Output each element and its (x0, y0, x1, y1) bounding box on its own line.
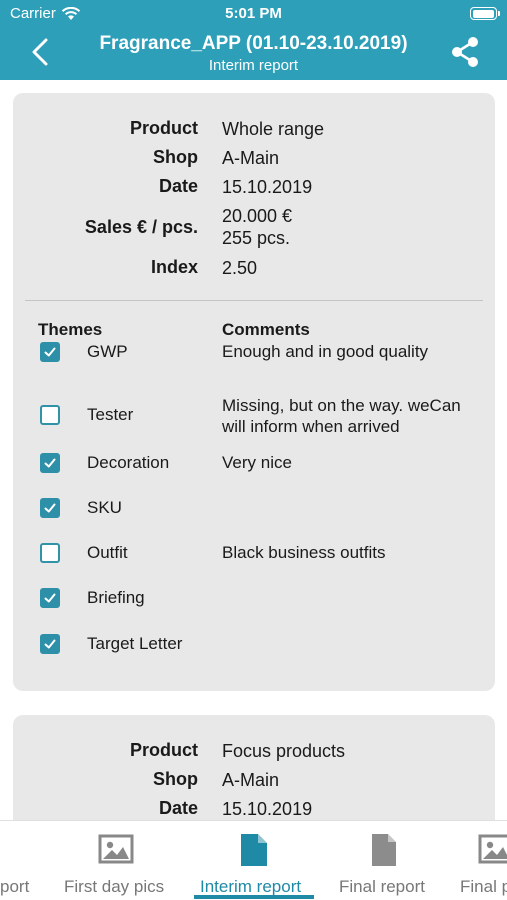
index-value: 2.50 (222, 258, 258, 278)
date-label: Date (158, 176, 198, 196)
product-value: Focus products (222, 741, 346, 761)
checkbox-unchecked[interactable] (40, 405, 60, 425)
document-icon (241, 834, 267, 866)
product-label: Product (129, 740, 198, 760)
theme-name: Decoration (87, 453, 170, 472)
tab-label: Interim report (200, 877, 302, 896)
tab-report-partial[interactable]: port (0, 821, 45, 900)
sales-pcs-value: 255 pcs. (222, 228, 291, 248)
theme-comment: Missing, but on the way. weCan will info… (222, 396, 461, 436)
checkmark-icon (44, 347, 56, 357)
shop-label: Shop (153, 769, 198, 789)
checkmark-icon (44, 458, 56, 468)
checkbox-checked[interactable] (40, 498, 60, 518)
theme-comment: Black business outfits (222, 543, 386, 562)
theme-name: SKU (87, 498, 122, 517)
checkbox-checked[interactable] (40, 634, 60, 654)
shop-value: A-Main (222, 770, 280, 790)
tab-final-report[interactable]: Final report (336, 821, 434, 900)
image-icon (478, 834, 507, 864)
theme-name: Outfit (87, 543, 128, 562)
page-subtitle: Interim report (208, 57, 299, 74)
checkmark-icon (44, 593, 56, 603)
chevron-left-icon[interactable] (28, 38, 52, 66)
date-value: 15.10.2019 (222, 799, 313, 819)
shop-value: A-Main (222, 148, 280, 168)
document-icon (372, 834, 396, 866)
checkbox-checked[interactable] (40, 453, 60, 473)
sales-label: Sales € / pcs. (84, 217, 198, 237)
date-label: Date (158, 798, 198, 818)
report-card-whole-range: Product Whole range Shop A-Main Date 15.… (13, 93, 495, 691)
theme-name: Briefing (87, 588, 145, 607)
theme-comment: Very nice (222, 453, 292, 472)
battery-icon (470, 7, 500, 20)
tab-label: Final report (339, 877, 425, 896)
theme-name: Tester (87, 405, 134, 424)
divider (25, 300, 483, 301)
page-title: Fragrance_APP (01.10-23.10.2019) (99, 33, 408, 54)
sales-eur-value: 20.000 € (222, 206, 293, 226)
shop-label: Shop (153, 147, 198, 167)
status-bar: Carrier 5:01 PM (0, 5, 507, 23)
theme-name: Target Letter (87, 634, 183, 653)
share-icon[interactable] (449, 36, 481, 68)
theme-comment: Enough and in good quality (222, 342, 429, 361)
nav-header: Carrier 5:01 PM Fragrance_APP (01.10-23.… (0, 0, 507, 80)
tab-first-day-pics[interactable]: First day pics (60, 821, 175, 900)
checkmark-icon (44, 639, 56, 649)
index-label: Index (150, 257, 198, 277)
tab-interim-report[interactable]: Interim report (194, 821, 314, 900)
checkmark-icon (44, 503, 56, 513)
comments-header: Comments (222, 320, 310, 339)
tab-label: First day pics (64, 877, 165, 896)
image-icon (98, 834, 134, 864)
theme-name: GWP (87, 342, 128, 361)
product-value: Whole range (222, 119, 325, 139)
checkbox-unchecked[interactable] (40, 543, 60, 563)
tab-label: Final p (460, 877, 507, 896)
tab-bar: port First day pics Interim report Final… (0, 820, 507, 900)
clock: 5:01 PM (225, 5, 282, 22)
checkbox-checked[interactable] (40, 588, 60, 608)
tab-final-pics-partial[interactable]: Final p (458, 821, 507, 900)
product-label: Product (129, 118, 198, 138)
active-tab-indicator (194, 895, 314, 899)
themes-header: Themes (38, 320, 103, 339)
date-value: 15.10.2019 (222, 177, 313, 197)
checkbox-checked[interactable] (40, 342, 60, 362)
tab-label: port (0, 877, 30, 896)
